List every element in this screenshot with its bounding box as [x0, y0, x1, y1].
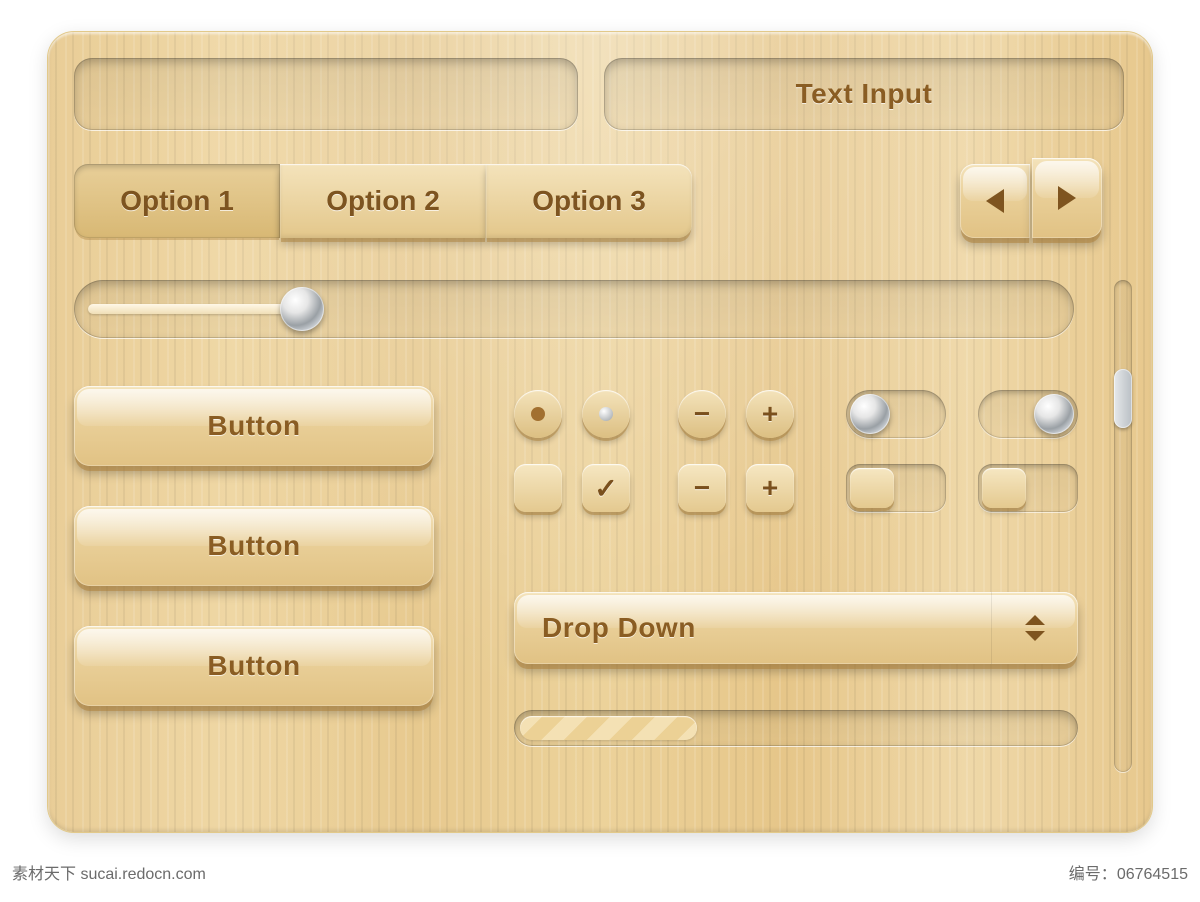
stepper-plus-square[interactable]: + — [746, 464, 794, 512]
primary-button-1-label: Button — [74, 386, 434, 466]
toggle-square-2[interactable] — [978, 464, 1078, 512]
footer-id: 编号：06764515 — [1069, 860, 1188, 884]
stepper-plus-round[interactable]: + — [746, 390, 794, 438]
plus-icon: + — [746, 464, 794, 512]
radio-2[interactable] — [582, 390, 630, 438]
stepper-minus-round[interactable]: − — [678, 390, 726, 438]
primary-button-3[interactable]: Button — [74, 626, 434, 706]
arrow-next-button[interactable] — [1032, 158, 1102, 238]
text-input-left-placeholder — [74, 58, 578, 130]
text-input-left[interactable] — [74, 58, 578, 130]
chevron-left-icon — [960, 164, 1030, 238]
footer-source-text: 素材天下 sucai.redocn.com — [12, 860, 206, 884]
primary-button-1[interactable]: Button — [74, 386, 434, 466]
checkbox-2[interactable]: ✓ — [582, 464, 630, 512]
progress-bar — [514, 710, 1078, 746]
scrollbar[interactable] — [1114, 280, 1132, 772]
primary-button-3-label: Button — [74, 626, 434, 706]
text-input-right[interactable]: Text Input — [604, 58, 1124, 130]
toggle-round-1[interactable] — [846, 390, 946, 438]
segmented-control: Option 1 Option 2 Option 3 — [74, 164, 692, 238]
checkbox-1[interactable] — [514, 464, 562, 512]
chevron-right-icon — [1032, 158, 1102, 238]
toggle-square-1-knob — [850, 468, 894, 508]
primary-button-2-label: Button — [74, 506, 434, 586]
toggle-round-2[interactable] — [978, 390, 1078, 438]
radio-1[interactable] — [514, 390, 562, 438]
radio-dot-icon — [531, 407, 545, 421]
ui-kit-panel: Text Input Option 1 Option 2 Option 3 Bu… — [48, 32, 1152, 832]
text-input-right-placeholder: Text Input — [604, 58, 1124, 130]
minus-icon: − — [678, 464, 726, 512]
slider[interactable] — [74, 280, 1074, 338]
toggle-square-2-knob — [982, 468, 1026, 508]
segmented-option-1[interactable]: Option 1 — [74, 164, 280, 238]
segmented-option-3[interactable]: Option 3 — [486, 164, 692, 238]
radio-dot-metal-icon — [599, 407, 613, 421]
dropdown-stepper-icon — [991, 592, 1078, 664]
toggle-round-2-knob — [1034, 394, 1074, 434]
stepper-minus-square[interactable]: − — [678, 464, 726, 512]
check-icon: ✓ — [582, 464, 630, 512]
segmented-option-2[interactable]: Option 2 — [280, 164, 486, 238]
primary-button-2[interactable]: Button — [74, 506, 434, 586]
dropdown[interactable]: Drop Down — [514, 592, 1078, 664]
plus-icon: + — [746, 390, 794, 438]
progress-fill — [520, 716, 697, 740]
slider-knob[interactable] — [280, 287, 324, 331]
toggle-square-1[interactable] — [846, 464, 946, 512]
arrow-prev-button[interactable] — [960, 164, 1030, 238]
toggle-round-1-knob — [850, 394, 890, 434]
minus-icon: − — [678, 390, 726, 438]
scrollbar-thumb[interactable] — [1114, 369, 1132, 428]
